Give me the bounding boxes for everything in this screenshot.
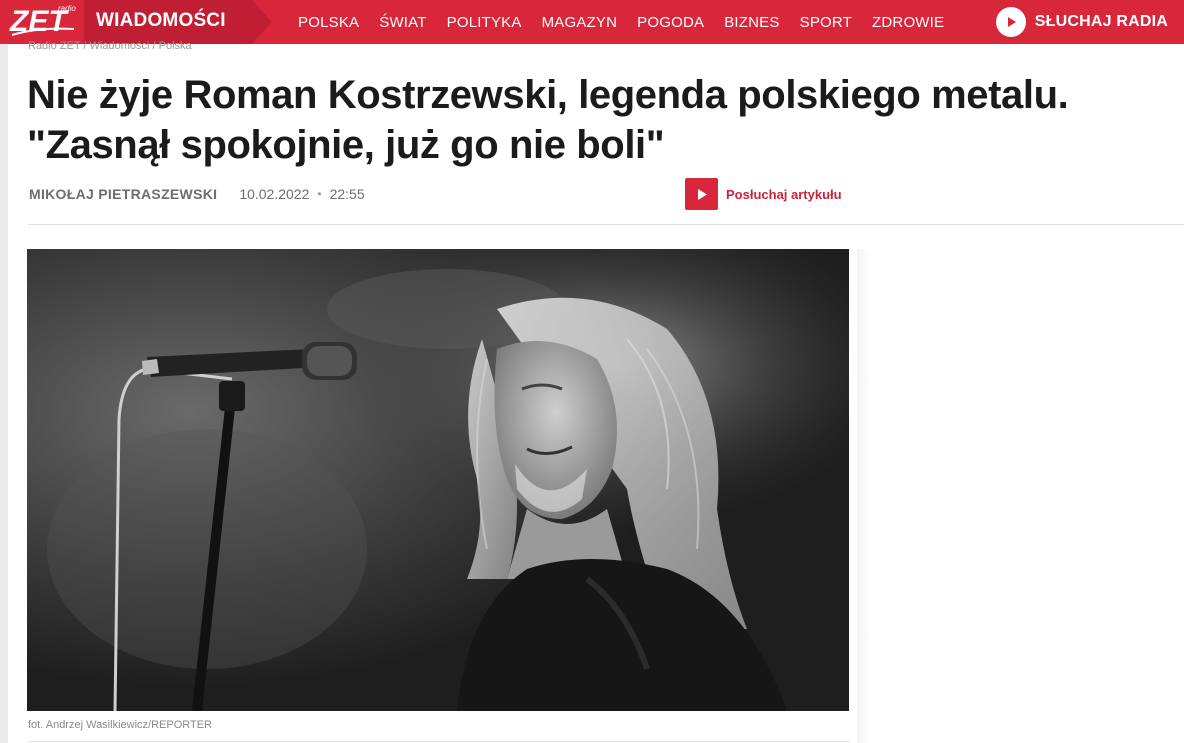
side-shadow (857, 249, 871, 743)
top-navigation-bar: ZET radio WIADOMOŚCI POLSKA ŚWIAT POLITY… (0, 0, 1184, 44)
meta-separator: • (317, 187, 322, 201)
publish-time: 22:55 (329, 186, 365, 202)
nav-item-swiat[interactable]: ŚWIAT (379, 14, 426, 31)
article-headline: Nie żyje Roman Kostrzewski, legenda pols… (27, 70, 1147, 170)
section-title[interactable]: WIADOMOŚCI (96, 10, 226, 32)
content-divider (28, 741, 850, 742)
article-photo[interactable] (27, 249, 849, 711)
nav-item-polityka[interactable]: POLITYKA (447, 14, 522, 31)
nav-item-polska[interactable]: POLSKA (298, 14, 359, 31)
radio-zet-logo[interactable]: ZET radio (8, 2, 80, 36)
listen-radio-button[interactable]: SŁUCHAJ RADIA (995, 6, 1168, 38)
breadcrumb[interactable]: Radio ZET / Wiadomości / Polska (28, 40, 192, 52)
listen-article-button[interactable]: Posłuchaj artykułu (685, 178, 842, 210)
nav-item-sport[interactable]: SPORT (800, 14, 852, 31)
play-icon (685, 178, 718, 210)
listen-radio-label: SŁUCHAJ RADIA (1034, 13, 1168, 30)
photo-caption: fot. Andrzej Wasilkiewicz/REPORTER (28, 719, 212, 731)
headline-line-2: "Zasnął spokojnie, już go nie boli" (27, 123, 665, 167)
nav-item-zdrowie[interactable]: ZDROWIE (872, 14, 944, 31)
nav-item-pogoda[interactable]: POGODA (637, 14, 704, 31)
publish-date: 10.02.2022 (239, 186, 310, 202)
article-meta: MIKOŁAJ PIETRASZEWSKI 10.02.2022 • 22:55 (29, 186, 365, 202)
nav-item-magazyn[interactable]: MAGAZYN (542, 14, 618, 31)
logo-radio-text: radio (58, 4, 76, 13)
nav-item-biznes[interactable]: BIZNES (724, 14, 779, 31)
headline-line-1: Nie żyje Roman Kostrzewski, legenda pols… (27, 73, 1069, 117)
author-name[interactable]: MIKOŁAJ PIETRASZEWSKI (29, 186, 217, 202)
article-card: Radio ZET / Wiadomości / Polska Nie żyje… (8, 40, 1184, 743)
main-nav: POLSKA ŚWIAT POLITYKA MAGAZYN POGODA BIZ… (298, 0, 964, 44)
listen-article-label: Posłuchaj artykułu (726, 186, 842, 202)
play-icon (995, 7, 1026, 37)
meta-divider (28, 224, 1184, 225)
